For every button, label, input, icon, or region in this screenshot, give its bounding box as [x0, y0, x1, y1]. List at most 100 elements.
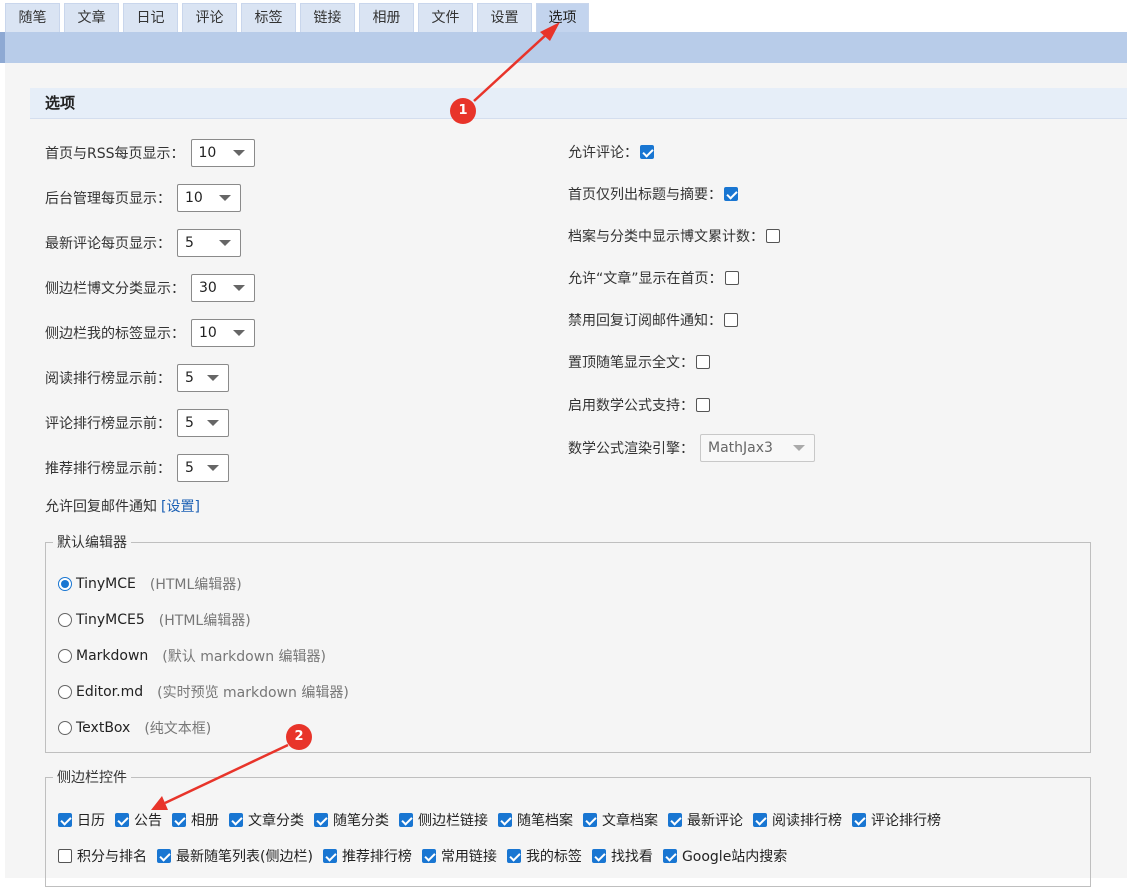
- widget-checkbox[interactable]: [58, 849, 72, 863]
- widget-checkbox[interactable]: [314, 813, 328, 827]
- option-label: 置顶随笔显示全文：: [568, 355, 694, 371]
- tab-posts[interactable]: 随笔: [5, 3, 60, 32]
- latest-comments-per-page-select[interactable]: 5: [177, 229, 241, 257]
- option-allow-comments: 允许评论：: [568, 137, 654, 167]
- tab-comments[interactable]: 评论: [182, 3, 237, 32]
- articles-on-home-checkbox[interactable]: [724, 271, 739, 285]
- option-label: 后台管理每页显示：: [45, 191, 171, 207]
- widget-checkbox[interactable]: [583, 813, 597, 827]
- widget-checkbox[interactable]: [229, 813, 243, 827]
- widget-my-tags[interactable]: 我的标签: [506, 846, 582, 866]
- widget-search[interactable]: 找找看: [591, 846, 653, 866]
- widget-recommend-ranking[interactable]: 推荐排行榜: [322, 846, 412, 866]
- admin-per-page-select[interactable]: 10: [177, 184, 241, 212]
- option-label: 侧边栏我的标签显示：: [45, 326, 185, 342]
- math-support-checkbox[interactable]: [696, 398, 710, 412]
- option-pinned-full-text: 置顶随笔显示全文：: [568, 347, 710, 377]
- widget-checkbox[interactable]: [591, 849, 606, 863]
- editor-option-textbox[interactable]: TextBox (纯文本框): [58, 713, 211, 743]
- widget-checkbox[interactable]: [115, 813, 129, 827]
- sidebar-categories-select[interactable]: 30: [191, 274, 255, 302]
- editor-radio[interactable]: [58, 613, 72, 627]
- widget-label: 随笔分类: [333, 813, 389, 829]
- chevron-down-icon: [207, 375, 219, 381]
- option-label: 推荐排行榜显示前：: [45, 461, 171, 477]
- editor-radio[interactable]: [58, 721, 72, 735]
- widget-article-archive[interactable]: 文章档案: [583, 810, 658, 830]
- tab-bar: 随笔 文章 日记 评论 标签 链接 相册 文件 设置 选项: [0, 0, 1127, 32]
- widget-announcement[interactable]: 公告: [115, 810, 162, 830]
- tab-files[interactable]: 文件: [418, 3, 473, 32]
- allow-comments-checkbox[interactable]: [640, 145, 654, 159]
- tab-diary[interactable]: 日记: [123, 3, 178, 32]
- widget-score-rank[interactable]: 积分与排名: [58, 846, 147, 866]
- editor-radio[interactable]: [58, 649, 72, 663]
- editor-note: (HTML编辑器): [158, 613, 251, 629]
- comment-ranking-select[interactable]: 5: [177, 409, 229, 437]
- widget-label: Google站内搜索: [681, 849, 788, 865]
- widget-sidebar-links[interactable]: 侧边栏链接: [399, 810, 488, 830]
- widget-checkbox[interactable]: [58, 813, 72, 827]
- widget-post-categories[interactable]: 随笔分类: [314, 810, 389, 830]
- widget-checkbox[interactable]: [498, 813, 512, 827]
- widget-latest-posts[interactable]: 最新随笔列表(侧边栏): [157, 846, 313, 866]
- widget-latest-comments[interactable]: 最新评论: [668, 810, 743, 830]
- widget-checkbox[interactable]: [852, 813, 866, 827]
- editor-option-tinymce[interactable]: TinyMCE (HTML编辑器): [58, 569, 242, 599]
- recommend-ranking-select[interactable]: 5: [177, 454, 229, 482]
- widget-label: 最新评论: [687, 813, 743, 829]
- editor-radio[interactable]: [58, 577, 72, 591]
- sidebar-tags-select[interactable]: 10: [191, 319, 255, 347]
- tab-options[interactable]: 选项: [536, 3, 589, 32]
- option-recommend-ranking: 推荐排行榜显示前： 5: [45, 453, 229, 483]
- tab-tags[interactable]: 标签: [241, 3, 296, 32]
- widget-checkbox[interactable]: [157, 849, 171, 863]
- widget-checkbox[interactable]: [322, 849, 337, 863]
- option-label: 首页与RSS每页显示：: [45, 146, 185, 162]
- editor-radio[interactable]: [58, 685, 72, 699]
- widget-checkbox[interactable]: [506, 849, 521, 863]
- sub-header-strip: [0, 32, 5, 63]
- tab-settings[interactable]: 设置: [477, 3, 532, 32]
- home-rss-per-page-select[interactable]: 10: [190, 139, 255, 167]
- widget-checkbox[interactable]: [753, 813, 767, 827]
- read-ranking-select[interactable]: 5: [177, 364, 229, 392]
- tab-albums[interactable]: 相册: [359, 3, 414, 32]
- reply-notice-settings-link[interactable]: [设置]: [161, 496, 200, 516]
- widget-common-links[interactable]: 常用链接: [421, 846, 497, 866]
- editor-name: TinyMCE5: [76, 612, 145, 628]
- editor-note: (纯文本框): [144, 721, 212, 737]
- widget-checkbox[interactable]: [421, 849, 436, 863]
- editor-option-markdown[interactable]: Markdown (默认 markdown 编辑器): [58, 641, 326, 671]
- chevron-down-icon: [219, 240, 231, 246]
- editor-option-editormd[interactable]: Editor.md (实时预览 markdown 编辑器): [58, 677, 349, 707]
- widget-article-categories[interactable]: 文章分类: [229, 810, 304, 830]
- widget-comment-ranking[interactable]: 评论排行榜: [852, 810, 941, 830]
- chevron-down-icon: [232, 150, 245, 156]
- widget-label: 推荐排行榜: [341, 849, 412, 865]
- option-sidebar-tags: 侧边栏我的标签显示： 10: [45, 318, 255, 348]
- math-engine-select[interactable]: MathJax3: [700, 434, 815, 462]
- widget-post-archive[interactable]: 随笔档案: [498, 810, 573, 830]
- archive-post-count-checkbox[interactable]: [766, 229, 780, 243]
- widget-checkbox[interactable]: [172, 813, 186, 827]
- widget-checkbox[interactable]: [662, 849, 677, 863]
- widget-label: 文章档案: [602, 813, 658, 829]
- disable-reply-subscription-checkbox[interactable]: [724, 313, 738, 327]
- option-label: 启用数学公式支持：: [568, 398, 694, 414]
- widget-label: 我的标签: [525, 849, 582, 865]
- widget-checkbox[interactable]: [399, 813, 413, 827]
- widget-google-search[interactable]: Google站内搜索: [662, 846, 788, 866]
- pinned-full-text-checkbox[interactable]: [696, 355, 710, 369]
- tab-articles[interactable]: 文章: [64, 3, 119, 32]
- widget-albums[interactable]: 相册: [172, 810, 219, 830]
- widget-read-ranking[interactable]: 阅读排行榜: [753, 810, 842, 830]
- option-articles-on-home: 允许“文章”显示在首页：: [568, 263, 739, 293]
- widget-calendar[interactable]: 日历: [58, 810, 105, 830]
- editor-option-tinymce5[interactable]: TinyMCE5 (HTML编辑器): [58, 605, 251, 635]
- select-value: 5: [185, 460, 194, 476]
- title-summary-only-checkbox[interactable]: [724, 187, 738, 201]
- widget-checkbox[interactable]: [668, 813, 682, 827]
- reply-notice-label: 允许回复邮件通知: [45, 499, 157, 515]
- tab-links[interactable]: 链接: [300, 3, 355, 32]
